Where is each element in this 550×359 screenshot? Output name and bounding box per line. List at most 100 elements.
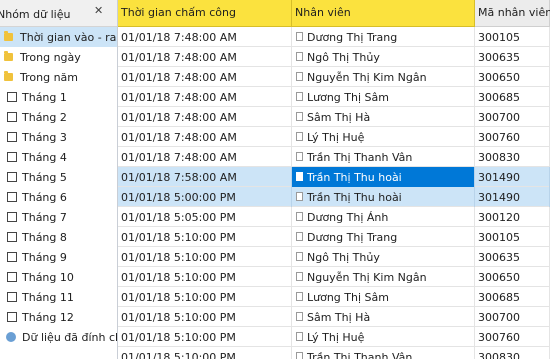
tree-item[interactable]: Tháng 2: [0, 107, 117, 127]
employee-cell[interactable]: Dương Thị Ánh: [292, 207, 475, 227]
time-cell[interactable]: 01/01/18 7:48:00 AM: [118, 87, 292, 107]
employee-id-cell[interactable]: 300700: [475, 307, 550, 327]
employee-cell[interactable]: Trần Thị Thu hoài: [292, 167, 475, 187]
employee-cell[interactable]: Sâm Thị Hà: [292, 107, 475, 127]
close-icon[interactable]: ✕: [94, 4, 103, 17]
employee-id-cell[interactable]: 300105: [475, 27, 550, 47]
employee-id-cell[interactable]: 300760: [475, 127, 550, 147]
tree-item[interactable]: Tháng 10: [0, 267, 117, 287]
time-cell[interactable]: 01/01/18 5:10:00 PM: [118, 307, 292, 327]
table-row[interactable]: 01/01/18 5:10:00 PM Lương Thị Sâm 300685: [118, 287, 550, 307]
time-cell[interactable]: 01/01/18 5:05:00 PM: [118, 207, 292, 227]
employee-id-cell[interactable]: 300650: [475, 267, 550, 287]
table-row[interactable]: 01/01/18 5:10:00 PM Nguyễn Thị Kim Ngân 30…: [118, 267, 550, 287]
tree-item[interactable]: Tháng 12: [0, 307, 117, 327]
table-row[interactable]: 01/01/18 7:58:00 AM Trần Thị Thu hoài 3014…: [118, 167, 550, 187]
employee-id-cell[interactable]: 300685: [475, 287, 550, 307]
time-cell[interactable]: 01/01/18 5:10:00 PM: [118, 327, 292, 347]
time-cell[interactable]: 01/01/18 5:10:00 PM: [118, 247, 292, 267]
employee-cell[interactable]: Nguyễn Thị Kim Ngân: [292, 67, 475, 87]
table-row[interactable]: 01/01/18 7:48:00 AM Sâm Thị Hà 300700: [118, 107, 550, 127]
time-cell[interactable]: 01/01/18 5:10:00 PM: [118, 227, 292, 247]
column-header-time[interactable]: Thời gian chấm công: [118, 0, 292, 27]
table-row[interactable]: 01/01/18 5:10:00 PM Ngô Thị Thủy 300635: [118, 247, 550, 267]
tree-item[interactable]: Trong ngày: [0, 47, 117, 67]
time-cell[interactable]: 01/01/18 7:48:00 AM: [118, 67, 292, 87]
time-cell[interactable]: 01/01/18 7:48:00 AM: [118, 47, 292, 67]
employee-cell[interactable]: Sâm Thị Hà: [292, 307, 475, 327]
employee-id-cell[interactable]: 300760: [475, 327, 550, 347]
table-row[interactable]: 01/01/18 7:48:00 AM Trần Thị Thanh Vân 300…: [118, 147, 550, 167]
tree-item[interactable]: Tháng 3: [0, 127, 117, 147]
table-row[interactable]: 01/01/18 5:05:00 PM Dương Thị Ánh 300120: [118, 207, 550, 227]
time-cell[interactable]: 01/01/18 5:10:00 PM: [118, 287, 292, 307]
time-cell[interactable]: 01/01/18 5:10:00 PM: [118, 347, 292, 359]
checkbox-icon[interactable]: [7, 112, 17, 122]
tree-item[interactable]: Tháng 6: [0, 187, 117, 207]
tree-item[interactable]: Tháng 4: [0, 147, 117, 167]
table-row[interactable]: 01/01/18 7:48:00 AM Nguyễn Thị Kim Ngân 30…: [118, 67, 550, 87]
employee-cell[interactable]: Lương Thị Sâm: [292, 87, 475, 107]
tree-item[interactable]: Tháng 11: [0, 287, 117, 307]
tree-item[interactable]: Tháng 1: [0, 87, 117, 107]
table-row[interactable]: 01/01/18 5:10:00 PM Sâm Thị Hà 300700: [118, 307, 550, 327]
tree-item[interactable]: Tháng 5: [0, 167, 117, 187]
employee-cell[interactable]: Trần Thị Thu hoài: [292, 187, 475, 207]
checkbox-icon[interactable]: [7, 132, 17, 142]
checkbox-icon[interactable]: [7, 212, 17, 222]
employee-cell[interactable]: Dương Thị Trang: [292, 27, 475, 47]
checkbox-icon[interactable]: [7, 312, 17, 322]
employee-id-cell[interactable]: 301490: [475, 167, 550, 187]
employee-id-cell[interactable]: 300830: [475, 347, 550, 359]
employee-cell[interactable]: Lý Thị Huệ: [292, 327, 475, 347]
checkbox-icon[interactable]: [7, 172, 17, 182]
table-row[interactable]: 01/01/18 5:10:00 PM Dương Thị Trang 300105: [118, 227, 550, 247]
employee-id-cell[interactable]: 300635: [475, 247, 550, 267]
employee-cell[interactable]: Dương Thị Trang: [292, 227, 475, 247]
table-row[interactable]: 01/01/18 5:00:00 PM Trần Thị Thu hoài 3014…: [118, 187, 550, 207]
tree-item[interactable]: Tháng 9: [0, 247, 117, 267]
employee-id-cell[interactable]: 300700: [475, 107, 550, 127]
time-cell[interactable]: 01/01/18 7:48:00 AM: [118, 127, 292, 147]
table-row[interactable]: 01/01/18 5:10:00 PM Lý Thị Huệ 300760: [118, 327, 550, 347]
time-cell[interactable]: 01/01/18 7:48:00 AM: [118, 107, 292, 127]
employee-cell[interactable]: Lý Thị Huệ: [292, 127, 475, 147]
tree-item[interactable]: Trong năm: [0, 67, 117, 87]
employee-id-cell[interactable]: 300635: [475, 47, 550, 67]
table-row[interactable]: 01/01/18 7:48:00 AM Ngô Thị Thủy 300635: [118, 47, 550, 67]
employee-id-cell[interactable]: 300830: [475, 147, 550, 167]
checkbox-icon[interactable]: [7, 192, 17, 202]
time-cell[interactable]: 01/01/18 7:48:00 AM: [118, 27, 292, 47]
employee-cell[interactable]: Trần Thị Thanh Vân: [292, 147, 475, 167]
checkbox-icon[interactable]: [7, 252, 17, 262]
tree-item[interactable]: Thời gian vào - ra: [0, 27, 117, 47]
tree-item[interactable]: Tháng 8: [0, 227, 117, 247]
table-row[interactable]: 01/01/18 5:10:00 PM Trần Thị Thanh Vân 300…: [118, 347, 550, 359]
employee-cell[interactable]: Ngô Thị Thủy: [292, 247, 475, 267]
checkbox-icon[interactable]: [7, 232, 17, 242]
employee-id-cell[interactable]: 300650: [475, 67, 550, 87]
checkbox-icon[interactable]: [7, 152, 17, 162]
column-header-employee-id[interactable]: Mã nhân viên: [475, 0, 550, 27]
time-cell[interactable]: 01/01/18 7:48:00 AM: [118, 147, 292, 167]
employee-id-cell[interactable]: 301490: [475, 187, 550, 207]
employee-cell[interactable]: Lương Thị Sâm: [292, 287, 475, 307]
employee-id-cell[interactable]: 300105: [475, 227, 550, 247]
employee-cell[interactable]: Nguyễn Thị Kim Ngân: [292, 267, 475, 287]
table-row[interactable]: 01/01/18 7:48:00 AM Lương Thị Sâm 300685: [118, 87, 550, 107]
checkbox-icon[interactable]: [7, 92, 17, 102]
tree-item[interactable]: Dữ liệu đã đính chỉ: [0, 327, 117, 347]
checkbox-icon[interactable]: [7, 272, 17, 282]
employee-cell[interactable]: Trần Thị Thanh Vân: [292, 347, 475, 359]
time-cell[interactable]: 01/01/18 7:58:00 AM: [118, 167, 292, 187]
checkbox-icon[interactable]: [7, 292, 17, 302]
table-row[interactable]: 01/01/18 7:48:00 AM Dương Thị Trang 300105: [118, 27, 550, 47]
employee-id-cell[interactable]: 300120: [475, 207, 550, 227]
tree-item[interactable]: Tháng 7: [0, 207, 117, 227]
employee-cell[interactable]: Ngô Thị Thủy: [292, 47, 475, 67]
table-row[interactable]: 01/01/18 7:48:00 AM Lý Thị Huệ 300760: [118, 127, 550, 147]
employee-id-cell[interactable]: 300685: [475, 87, 550, 107]
column-header-employee[interactable]: Nhân viên: [292, 0, 475, 27]
time-cell[interactable]: 01/01/18 5:10:00 PM: [118, 267, 292, 287]
time-cell[interactable]: 01/01/18 5:00:00 PM: [118, 187, 292, 207]
